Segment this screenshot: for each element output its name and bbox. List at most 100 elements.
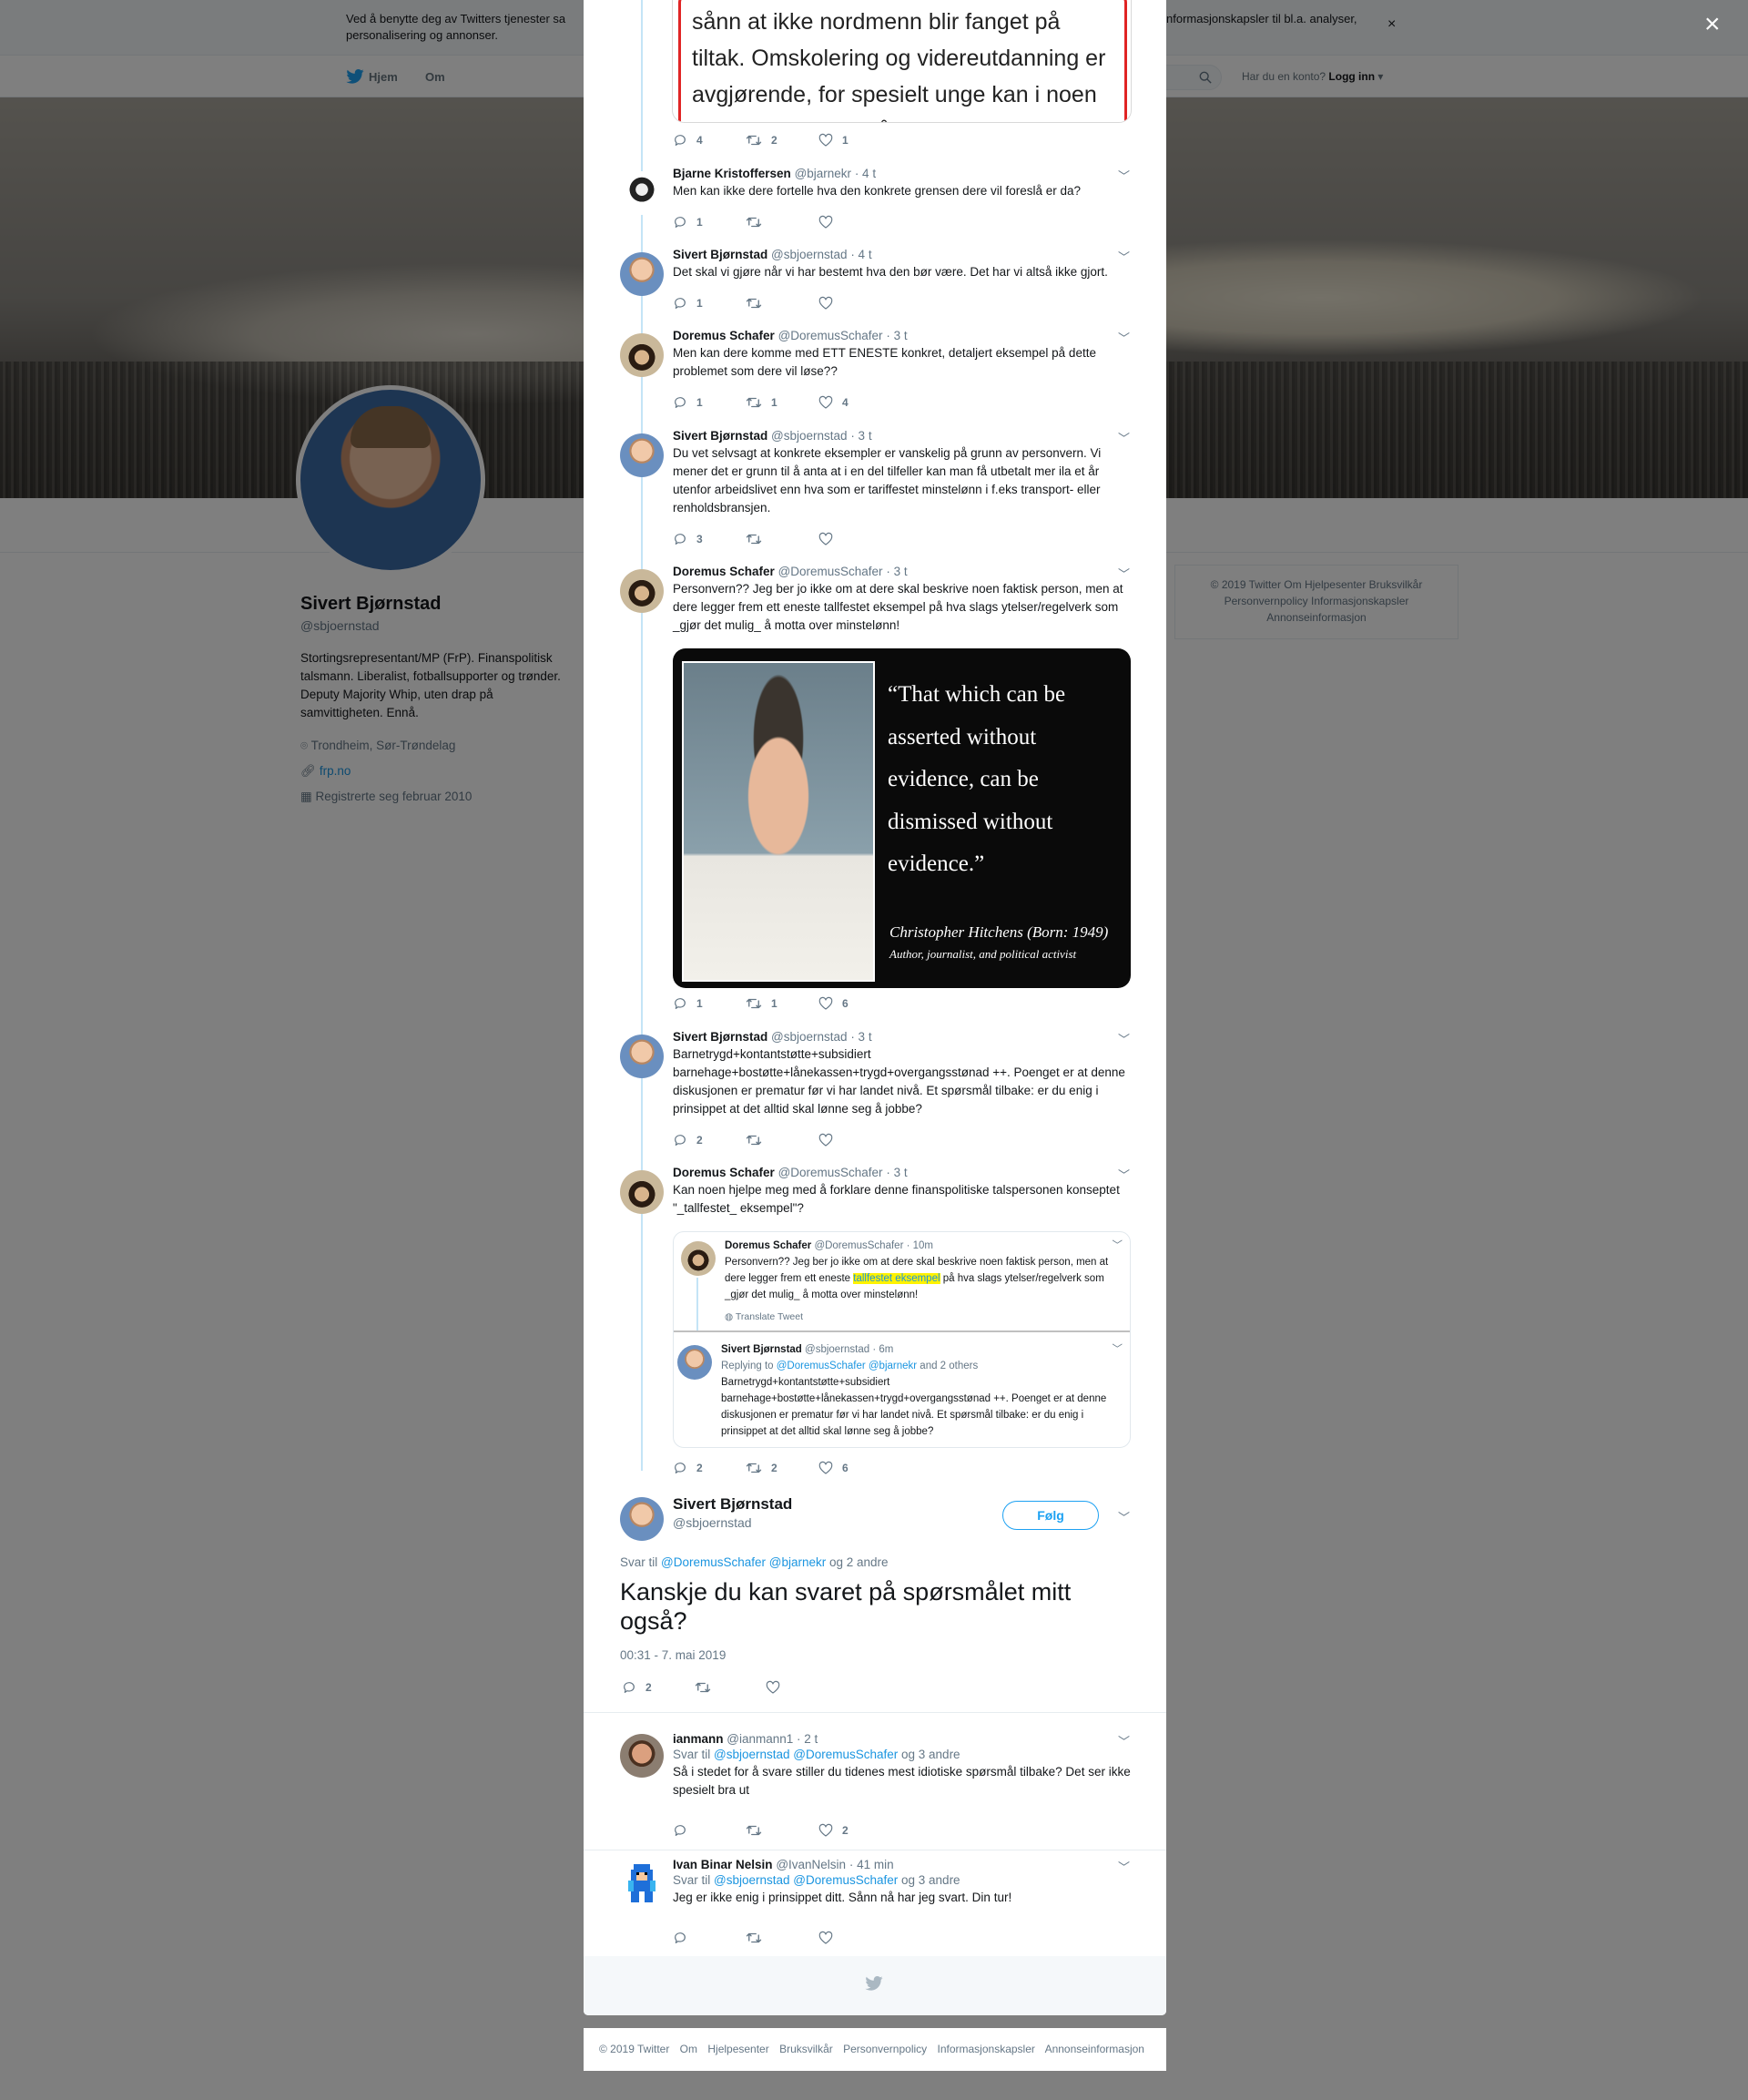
footer-link-cookies[interactable]: Informasjonskapsler (938, 2043, 1035, 2055)
retweet-button[interactable] (695, 1680, 720, 1695)
quote-image[interactable]: “That which can be asserted without evid… (673, 648, 1131, 988)
author-name[interactable]: Ivan Binar Nelsin (673, 1858, 773, 1871)
tweet-time[interactable]: · 3 t (886, 1166, 907, 1179)
footer-link-about[interactable]: Om (680, 2043, 697, 2055)
footer-link-terms[interactable]: Bruksvilkår (779, 2043, 833, 2055)
author-handle[interactable]: @DoremusSchafer (778, 329, 883, 342)
reply-count: 4 (696, 134, 703, 147)
reply-button[interactable]: 2 (673, 1461, 703, 1475)
reply-button[interactable]: 1 (673, 395, 703, 410)
author-name[interactable]: Doremus Schafer (673, 1166, 775, 1179)
retweet-button[interactable]: 1 (746, 395, 777, 410)
retweet-button[interactable] (746, 532, 771, 546)
chevron-down-icon[interactable]: ﹀ (1118, 1166, 1130, 1183)
avatar[interactable] (620, 1035, 664, 1078)
reply-links[interactable]: @sbjoernstad @DoremusSchafer (714, 1873, 898, 1887)
chevron-down-icon[interactable]: ﹀ (1118, 1508, 1130, 1525)
retweet-button[interactable]: 2 (746, 1461, 777, 1475)
avatar[interactable] (620, 1170, 664, 1214)
reply-button[interactable]: 4 (673, 133, 703, 148)
tweet-image-card[interactable]: sånn at ikke nordmenn blir fanget på til… (672, 0, 1132, 123)
chevron-down-icon[interactable]: ﹀ (1118, 1732, 1130, 1749)
reply-button[interactable] (673, 1931, 696, 1945)
tweet-time[interactable]: · 41 min (849, 1858, 894, 1871)
tweet-time[interactable]: · 2 t (797, 1732, 818, 1746)
avatar[interactable] (620, 433, 664, 477)
reply-links[interactable]: @DoremusSchafer @bjarnekr (661, 1555, 826, 1569)
author-handle[interactable]: @DoremusSchafer (778, 1166, 883, 1179)
author-name[interactable]: Doremus Schafer (673, 329, 775, 342)
retweet-button[interactable]: 1 (746, 996, 777, 1011)
like-button[interactable] (818, 296, 842, 311)
reply-button[interactable]: 1 (673, 215, 703, 229)
like-button[interactable]: 4 (818, 395, 849, 410)
avatar[interactable] (620, 171, 664, 215)
tweet-time[interactable]: · 3 t (886, 565, 907, 578)
retweet-button[interactable] (746, 1931, 771, 1945)
author-handle[interactable]: @IvanNelsin (776, 1858, 846, 1871)
retweet-button[interactable] (746, 296, 771, 311)
avatar[interactable] (620, 252, 664, 296)
avatar[interactable] (620, 569, 664, 613)
retweet-button[interactable] (746, 1133, 771, 1147)
footer-link-ads[interactable]: Annonseinformasjon (1045, 2043, 1144, 2055)
avatar[interactable] (620, 1497, 664, 1541)
like-button[interactable]: 1 (818, 133, 849, 148)
tweet-time[interactable]: · 3 t (850, 1030, 871, 1044)
reply-button[interactable]: 2 (622, 1680, 652, 1695)
avatar[interactable] (620, 1861, 664, 1905)
like-button[interactable] (818, 1931, 842, 1945)
like-button[interactable] (818, 215, 842, 229)
retweet-button[interactable] (746, 1823, 771, 1838)
like-button[interactable] (818, 532, 842, 546)
retweet-button[interactable]: 2 (746, 133, 777, 148)
like-button[interactable] (766, 1680, 789, 1695)
reply-button[interactable]: 2 (673, 1133, 703, 1147)
reply-links[interactable]: @sbjoernstad @DoremusSchafer (714, 1748, 898, 1761)
author-handle[interactable]: @DoremusSchafer (778, 565, 883, 578)
author-handle[interactable]: @ianmann1 (727, 1732, 793, 1746)
reply-button[interactable]: 3 (673, 532, 703, 546)
chevron-down-icon[interactable]: ﹀ (1118, 248, 1130, 265)
footer-link-privacy[interactable]: Personvernpolicy (843, 2043, 927, 2055)
tweet-time[interactable]: · 4 t (850, 248, 871, 261)
like-button[interactable] (818, 1133, 842, 1147)
author-name[interactable]: Sivert Bjørnstad (673, 248, 767, 261)
avatar[interactable] (620, 333, 664, 377)
like-button[interactable]: 6 (818, 1461, 849, 1475)
tweet-time[interactable]: · 3 t (886, 329, 907, 342)
chevron-down-icon[interactable]: ﹀ (1118, 167, 1130, 184)
chevron-down-icon[interactable]: ﹀ (1118, 429, 1130, 446)
author-handle[interactable]: @sbjoernstad (771, 248, 848, 261)
reply-button[interactable]: 1 (673, 296, 703, 311)
author-handle[interactable]: @sbjoernstad (771, 1030, 848, 1044)
screenshot-top-header: Doremus Schafer @DoremusSchafer · 10m (725, 1238, 1125, 1254)
footer-link-help[interactable]: Hjelpesenter (707, 2043, 768, 2055)
tweet-time[interactable]: · 4 t (855, 167, 876, 180)
author-name[interactable]: Doremus Schafer (673, 565, 775, 578)
chevron-down-icon[interactable]: ﹀ (1118, 1030, 1130, 1047)
heart-icon (818, 1461, 833, 1475)
retweet-button[interactable] (746, 215, 771, 229)
avatar[interactable] (620, 1734, 664, 1778)
follow-button[interactable]: Følg (1002, 1501, 1099, 1530)
chevron-down-icon[interactable]: ﹀ (1118, 1858, 1130, 1875)
like-button[interactable]: 2 (818, 1823, 849, 1838)
thread-line (696, 1278, 698, 1330)
author-name[interactable]: ianmann (673, 1732, 724, 1746)
reply-button[interactable] (673, 1823, 696, 1838)
author-handle[interactable]: @sbjoernstad (771, 429, 848, 443)
author-name[interactable]: Sivert Bjørnstad (673, 1030, 767, 1044)
author-name[interactable]: Bjarne Kristoffersen (673, 167, 791, 180)
chevron-down-icon: ﹀ (1112, 1344, 1123, 1355)
tweet-time[interactable]: · 3 t (850, 429, 871, 443)
embedded-screenshot[interactable]: Doremus Schafer @DoremusSchafer · 10m Pe… (673, 1231, 1131, 1448)
chevron-down-icon[interactable]: ﹀ (1118, 329, 1130, 346)
reply-button[interactable]: 1 (673, 996, 703, 1011)
modal-close-button[interactable]: × (1704, 11, 1721, 38)
author-handle[interactable]: @bjarnekr (795, 167, 851, 180)
like-button[interactable]: 6 (818, 996, 849, 1011)
tweet-timestamp[interactable]: 00:31 - 7. mai 2019 (620, 1648, 726, 1662)
author-name[interactable]: Sivert Bjørnstad (673, 429, 767, 443)
chevron-down-icon[interactable]: ﹀ (1118, 565, 1130, 582)
